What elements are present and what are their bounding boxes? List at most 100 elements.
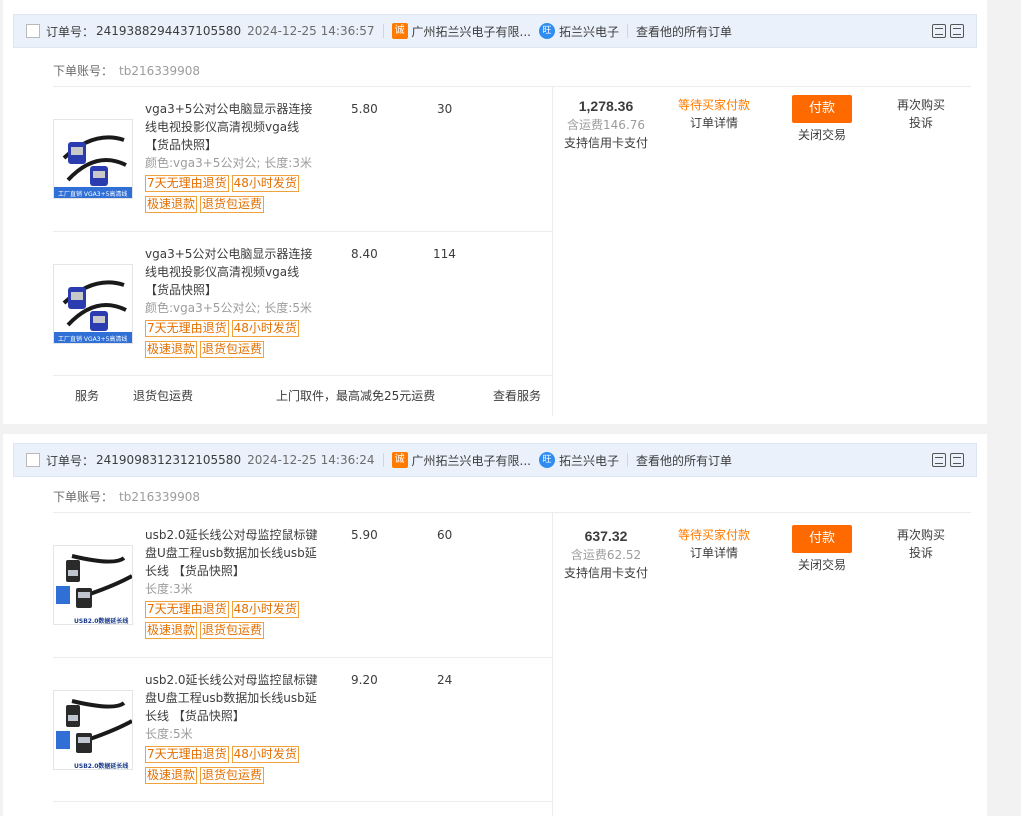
service-desc: 上门取件，最高减免25元运费 <box>276 389 436 403</box>
tag: 48小时发货 <box>231 601 299 618</box>
tag: 7天无理由退货 <box>145 746 229 763</box>
product-title-link[interactable]: usb2.0延长线公对母监控鼠标键盘U盘工程usb数据加长线usb延长线 【货品… <box>145 671 320 725</box>
note-icon[interactable] <box>932 24 946 38</box>
snapshot-link[interactable]: 【货品快照】 <box>145 138 217 152</box>
seller-name-link[interactable]: 拓兰兴电子 <box>559 23 619 40</box>
quantity: 24 <box>437 673 453 687</box>
order-header: 订单号： 2419388294437105580 2024-12-25 14:3… <box>13 14 977 48</box>
divider <box>382 24 384 38</box>
order-status: 等待买家付款 订单详情 <box>664 96 764 132</box>
snapshot-link[interactable]: 【货品快照】 <box>145 283 217 297</box>
order-item: 工厂直销 VGA3+5高清线 vga3+5公对公电脑显示器连接线电视投影仪高清视… <box>53 86 553 231</box>
flag-icon[interactable] <box>950 24 964 38</box>
image-caption: 工厂直销 VGA3+5高清线 <box>58 335 127 343</box>
order-select-checkbox[interactable] <box>26 453 40 467</box>
unit-price: 5.80 <box>351 102 378 116</box>
shop-name-link[interactable]: 广州拓兰兴电子有限... <box>412 452 531 469</box>
divider <box>53 801 553 802</box>
tag: 48小时发货 <box>231 746 299 763</box>
view-all-orders-link[interactable]: 查看他的所有订单 <box>636 452 732 469</box>
unit-price: 8.40 <box>351 247 378 261</box>
product-sku: 颜色:vga3+5公对公; 长度:3米 <box>145 156 312 170</box>
tag: 退货包运费 <box>200 767 265 784</box>
product-image[interactable]: 工厂直销 VGA3+5高清线 <box>53 119 133 199</box>
divider <box>627 24 628 38</box>
product-title[interactable]: vga3+5公对公电脑显示器连接线电视投影仪高清视频vga线 <box>145 102 312 134</box>
tag: 48小时发货 <box>231 175 299 192</box>
chat-icon[interactable]: 旺 <box>538 452 555 468</box>
order-number-label: 订单号： <box>46 24 95 39</box>
divider <box>53 375 553 376</box>
snapshot-link[interactable]: 【货品快照】 <box>173 564 245 578</box>
tag: 退货包运费 <box>200 341 265 358</box>
unit-price: 9.20 <box>351 673 378 687</box>
complain-link[interactable]: 投诉 <box>881 544 961 562</box>
quantity: 60 <box>437 528 453 542</box>
rebuy-link[interactable]: 再次购买 <box>881 526 961 544</box>
unit-price: 5.90 <box>351 528 378 542</box>
quantity: 114 <box>433 247 456 261</box>
header-tools <box>932 453 964 467</box>
chat-icon[interactable]: 旺 <box>538 23 555 39</box>
rebuy-link[interactable]: 再次购买 <box>881 96 961 114</box>
snapshot-link[interactable]: 【货品快照】 <box>173 709 245 723</box>
product-title-link[interactable]: vga3+5公对公电脑显示器连接线电视投影仪高清视频vga线 【货品快照】 <box>145 245 320 299</box>
order-time: 2024-12-25 14:36:57 <box>247 24 375 38</box>
tag: 极速退款 <box>145 196 198 213</box>
header-tools <box>932 24 964 38</box>
order-total: 637.32 含运费62.52 支持信用卡支付 <box>548 526 664 582</box>
product-title[interactable]: vga3+5公对公电脑显示器连接线电视投影仪高清视频vga线 <box>145 247 312 279</box>
product-image[interactable]: USB2.0数据延长线 <box>53 690 133 770</box>
divider <box>382 453 384 467</box>
order-item: USB2.0数据延长线 usb2.0延长线公对母监控鼠标键盘U盘工程usb数据加… <box>53 657 553 802</box>
credit-card-note: 支持信用卡支付 <box>563 136 648 150</box>
status-text: 等待买家付款 <box>677 98 750 112</box>
shop-icon: 诚 <box>391 452 408 468</box>
seller-name-link[interactable]: 拓兰兴电子 <box>559 452 619 469</box>
image-caption: USB2.0数据延长线 <box>74 617 128 625</box>
tag: 极速退款 <box>145 341 198 358</box>
tag: 退货包运费 <box>200 622 265 639</box>
product-title-link[interactable]: usb2.0延长线公对母监控鼠标键盘U盘工程usb数据加长线usb延长线 【货品… <box>145 526 320 580</box>
pay-button[interactable]: 付款 <box>792 95 852 123</box>
order-detail-link[interactable]: 订单详情 <box>664 114 764 132</box>
order-time: 2024-12-25 14:36:24 <box>247 453 375 467</box>
service-tags: 7天无理由退货 48小时发货 极速退款 退货包运费 <box>145 745 315 787</box>
product-sku: 长度:3米 <box>145 582 193 596</box>
complain-link[interactable]: 投诉 <box>881 114 961 132</box>
order-header: 订单号： 2419098312312105580 2024-12-25 14:3… <box>13 443 977 477</box>
flag-icon[interactable] <box>950 453 964 467</box>
close-order-link[interactable]: 关闭交易 <box>777 556 867 574</box>
service-row: 服务 退货包运费 上门取件，最高减免25元运费 查看服务 <box>53 386 553 406</box>
product-title-link[interactable]: vga3+5公对公电脑显示器连接线电视投影仪高清视频vga线 【货品快照】 <box>145 100 320 154</box>
order-card: 订单号： 2419388294437105580 2024-12-25 14:3… <box>3 0 987 424</box>
pay-button[interactable]: 付款 <box>792 525 852 553</box>
shop-name-link[interactable]: 广州拓兰兴电子有限... <box>412 23 531 40</box>
order-total: 1,278.36 含运费146.76 支持信用卡支付 <box>548 96 664 152</box>
tag: 48小时发货 <box>231 320 299 337</box>
product-image[interactable]: USB2.0数据延长线 <box>53 545 133 625</box>
quantity: 30 <box>437 102 453 116</box>
close-order-link[interactable]: 关闭交易 <box>777 126 867 144</box>
image-caption: USB2.0数据延长线 <box>74 762 128 770</box>
order-detail-link[interactable]: 订单详情 <box>664 544 764 562</box>
tag: 极速退款 <box>145 622 198 639</box>
more-actions: 再次购买 投诉 <box>881 96 961 132</box>
tag: 退货包运费 <box>200 196 265 213</box>
note-icon[interactable] <box>932 453 946 467</box>
view-all-orders-link[interactable]: 查看他的所有订单 <box>636 23 732 40</box>
order-item: USB2.0数据延长线 usb2.0延长线公对母监控鼠标键盘U盘工程usb数据加… <box>53 512 553 657</box>
service-label: 服务 <box>75 389 100 403</box>
service-tags: 7天无理由退货 48小时发货 极速退款 退货包运费 <box>145 174 315 216</box>
order-select-checkbox[interactable] <box>26 24 40 38</box>
account-label: 下单账号： <box>53 64 114 78</box>
view-service-link[interactable]: 查看服务 <box>493 386 541 406</box>
status-text: 等待买家付款 <box>677 528 750 542</box>
tag: 7天无理由退货 <box>145 320 229 337</box>
tag: 极速退款 <box>145 767 198 784</box>
credit-card-note: 支持信用卡支付 <box>563 566 648 580</box>
account-value: tb216339908 <box>119 64 201 78</box>
tag: 7天无理由退货 <box>145 601 229 618</box>
product-image[interactable]: 工厂直销 VGA3+5高清线 <box>53 264 133 344</box>
divider <box>627 453 628 467</box>
